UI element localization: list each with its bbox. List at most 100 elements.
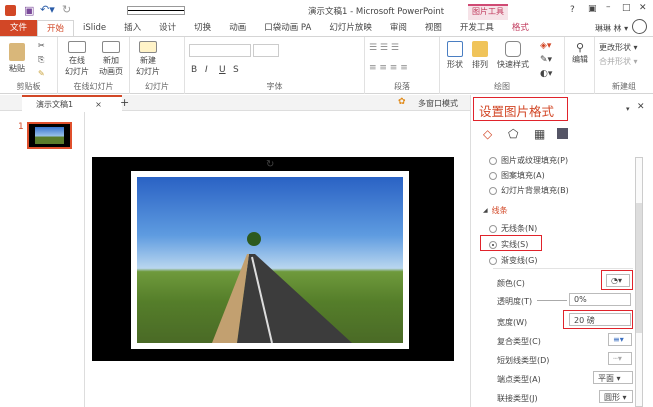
tab-design[interactable]: 设计 bbox=[150, 20, 185, 36]
pane-scrollbar[interactable] bbox=[635, 157, 643, 407]
quick-style-icon bbox=[505, 41, 521, 57]
settings-icon[interactable]: ✿ bbox=[398, 97, 406, 107]
rotate-handle[interactable]: ↻ bbox=[266, 159, 274, 170]
tab-file[interactable]: 文件 bbox=[0, 20, 38, 36]
align-icon[interactable]: ≡ ≡ ≡ ≡ bbox=[369, 63, 408, 73]
document-tabs: 演示文稿1 × + ✿ 多窗口模式 bbox=[0, 95, 470, 111]
shape-effects-icon[interactable]: ◐▾ bbox=[540, 69, 552, 79]
tab-format[interactable]: 格式 bbox=[503, 20, 538, 36]
tab-review[interactable]: 审阅 bbox=[381, 20, 416, 36]
save-icon[interactable]: ▣ bbox=[24, 4, 34, 17]
redo-icon[interactable]: ↻ bbox=[62, 3, 71, 16]
pane-close-button[interactable]: ✕ bbox=[637, 102, 645, 112]
tab-developer[interactable]: 开发工具 bbox=[451, 20, 503, 36]
arrange-icon bbox=[472, 41, 488, 57]
tab-home[interactable]: 开始 bbox=[37, 20, 75, 36]
slide-thumbnail-1[interactable] bbox=[27, 122, 72, 149]
multi-window-button[interactable]: 多窗口模式 bbox=[418, 98, 458, 109]
shape-icon bbox=[447, 41, 463, 57]
minimize-button[interactable]: – bbox=[606, 2, 611, 12]
pane-options-icon[interactable]: ▾ bbox=[626, 105, 630, 113]
cap-type-label: 端点类型(A) bbox=[497, 375, 541, 384]
road-picture[interactable] bbox=[131, 171, 409, 349]
slides-group: 新建 幻灯片 幻灯片 bbox=[130, 37, 185, 94]
tab-view[interactable]: 视图 bbox=[416, 20, 451, 36]
merge-shape-button[interactable]: 合并形状 ▾ bbox=[599, 56, 638, 67]
radio-no-line[interactable]: 无线条(N) bbox=[489, 223, 537, 234]
width-input[interactable]: 20 磅 bbox=[569, 313, 631, 326]
join-type-dropdown[interactable]: 圆形 ▾ bbox=[599, 390, 633, 403]
line-style-dropdown[interactable] bbox=[127, 6, 185, 15]
radio-button[interactable] bbox=[489, 156, 497, 165]
radio-gradient-line[interactable]: 渐变线(G) bbox=[489, 255, 537, 266]
shape-outline-icon[interactable]: ✎▾ bbox=[540, 55, 552, 65]
dash-type-dropdown[interactable]: ┄▾ bbox=[608, 352, 632, 365]
radio-slide-bg-fill[interactable]: 幻灯片背景填充(B) bbox=[489, 185, 569, 196]
pane-title: 设置图片格式 bbox=[479, 104, 555, 119]
ribbon-display-icon[interactable]: ▣ bbox=[588, 4, 597, 14]
help-button[interactable]: ? bbox=[570, 5, 575, 15]
bullets-icon[interactable]: ☰ ☰ ☰ bbox=[369, 43, 399, 53]
maximize-button[interactable]: □ bbox=[622, 3, 631, 13]
quick-style-button[interactable]: 快速样式 bbox=[494, 41, 532, 70]
font-group: B I U S 字体 bbox=[185, 37, 365, 94]
copy-icon[interactable]: ⎘ bbox=[38, 55, 44, 65]
underline-button[interactable]: U bbox=[219, 65, 226, 75]
shape-button[interactable]: 形状 bbox=[443, 41, 467, 70]
powerpoint-logo-icon bbox=[5, 5, 16, 16]
window-title: 演示文稿1 - Microsoft PowerPoint bbox=[308, 7, 445, 17]
effects-icon[interactable]: ⬠ bbox=[508, 127, 518, 141]
transparency-value: 0% bbox=[574, 295, 587, 304]
paint-bucket-icon: ◔▾ bbox=[611, 276, 622, 285]
font-size-dropdown[interactable] bbox=[253, 44, 279, 57]
user-account[interactable]: 琳琳 林 ▾ bbox=[595, 23, 628, 34]
line-section-header[interactable]: ◢ 线条 bbox=[483, 205, 508, 216]
size-properties-icon[interactable]: ▦ bbox=[534, 127, 545, 141]
transparency-input[interactable]: 0% bbox=[569, 293, 631, 306]
close-tab-icon[interactable]: × bbox=[95, 100, 102, 109]
shape-fill-icon[interactable]: ◈▾ bbox=[540, 41, 551, 51]
italic-button[interactable]: I bbox=[205, 65, 208, 75]
format-picture-pane: 设置图片格式 ▾ ✕ ◇ ⬠ ▦ 图片或纹理填充(P) 图案填充(A) 幻灯片背… bbox=[470, 95, 653, 407]
radio-picture-fill[interactable]: 图片或纹理填充(P) bbox=[489, 155, 568, 166]
online-slide-button[interactable]: 在线 幻灯片 bbox=[62, 41, 92, 77]
format-painter-icon[interactable]: ✎ bbox=[38, 69, 45, 78]
tab-pocket-animation[interactable]: 口袋动画 PA bbox=[255, 20, 320, 36]
tab-animations[interactable]: 动画 bbox=[220, 20, 255, 36]
cut-icon[interactable]: ✂ bbox=[38, 41, 45, 50]
option-label: 渐变线(G) bbox=[501, 256, 538, 265]
undo-icon[interactable]: ↶▾ bbox=[40, 3, 55, 16]
edit-button[interactable]: ⚲ 编辑 bbox=[568, 41, 592, 65]
new-slide-button[interactable]: 新建 幻灯片 bbox=[133, 41, 163, 77]
doc-tab[interactable]: 演示文稿1 × bbox=[22, 95, 122, 111]
radio-button[interactable] bbox=[489, 224, 497, 233]
tab-slideshow[interactable]: 幻灯片放映 bbox=[320, 20, 381, 36]
radio-button[interactable] bbox=[489, 240, 497, 249]
shadow-button[interactable]: S bbox=[233, 65, 239, 75]
color-picker-button[interactable]: ◔▾ bbox=[606, 274, 630, 287]
paste-button[interactable]: 粘贴 bbox=[6, 43, 28, 74]
cap-type-dropdown[interactable]: 平面 ▾ bbox=[593, 371, 633, 384]
quick-style-label: 快速样式 bbox=[497, 60, 529, 69]
tab-insert[interactable]: 插入 bbox=[115, 20, 150, 36]
radio-solid-line[interactable]: 实线(S) bbox=[489, 239, 528, 250]
transparency-slider[interactable] bbox=[537, 300, 567, 301]
bold-button[interactable]: B bbox=[191, 65, 197, 75]
arrange-button[interactable]: 排列 bbox=[468, 41, 492, 70]
radio-pattern-fill[interactable]: 图案填充(A) bbox=[489, 170, 545, 181]
compound-type-dropdown[interactable]: ≡▾ bbox=[608, 333, 632, 346]
tab-islide[interactable]: iSlide bbox=[74, 20, 115, 36]
avatar[interactable] bbox=[632, 19, 647, 34]
radio-button[interactable] bbox=[489, 256, 497, 265]
fill-line-icon[interactable]: ◇ bbox=[483, 127, 492, 141]
tab-transitions[interactable]: 切换 bbox=[185, 20, 220, 36]
width-label: 宽度(W) bbox=[497, 318, 528, 327]
font-name-dropdown[interactable] bbox=[189, 44, 251, 57]
close-button[interactable]: ✕ bbox=[639, 3, 647, 13]
picture-icon[interactable] bbox=[557, 128, 568, 139]
new-anim-page-button[interactable]: 新加 动画页 bbox=[94, 41, 128, 77]
radio-button[interactable] bbox=[489, 186, 497, 195]
radio-button[interactable] bbox=[489, 171, 497, 180]
change-shape-button[interactable]: 更改形状 ▾ bbox=[599, 42, 638, 53]
new-tab-button[interactable]: + bbox=[120, 96, 129, 109]
